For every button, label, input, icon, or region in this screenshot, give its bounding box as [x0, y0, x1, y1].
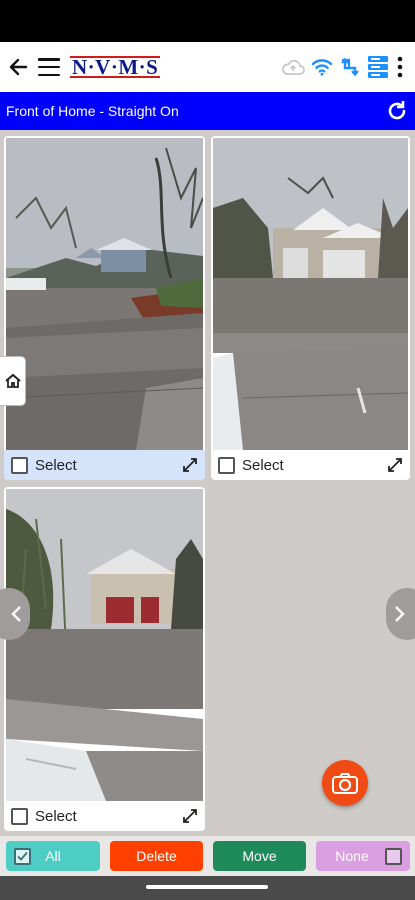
select-checkbox[interactable] — [11, 807, 28, 825]
expand-icon[interactable] — [183, 458, 197, 472]
photo-card[interactable]: Select — [211, 136, 410, 480]
next-button[interactable] — [386, 588, 415, 640]
house-icon — [4, 372, 22, 390]
photo-card[interactable]: Select — [4, 136, 205, 480]
back-arrow-icon[interactable] — [8, 57, 28, 77]
select-label: Select — [35, 807, 77, 825]
select-label: Select — [242, 456, 284, 474]
status-bar — [0, 0, 415, 42]
section-title-bar: Front of Home - Straight On — [0, 92, 415, 130]
system-nav-bar — [0, 876, 415, 900]
move-label: Move — [242, 848, 277, 864]
expand-icon[interactable] — [183, 809, 197, 823]
home-gesture-pill[interactable] — [146, 885, 268, 889]
server-stack-icon[interactable] — [367, 55, 389, 79]
select-all-button[interactable]: All — [6, 841, 100, 871]
chevron-right-icon — [394, 605, 406, 623]
all-label: All — [45, 848, 61, 864]
photo-thumbnail[interactable] — [6, 138, 203, 450]
none-label: None — [335, 848, 369, 864]
chevron-left-icon — [10, 605, 22, 623]
none-checkbox-icon — [385, 847, 402, 865]
bottom-action-bar: All Delete Move None — [0, 836, 415, 876]
move-button[interactable]: Move — [213, 841, 306, 871]
delete-button[interactable]: Delete — [110, 841, 203, 871]
app-bar: N·V·M·S — [0, 42, 415, 92]
photo-card[interactable]: Select — [4, 487, 205, 831]
expand-icon[interactable] — [388, 458, 402, 472]
refresh-icon[interactable] — [385, 99, 409, 123]
photo-select-bar[interactable]: Select — [211, 450, 410, 480]
hamburger-menu-icon[interactable] — [38, 58, 60, 76]
wifi-icon[interactable] — [311, 58, 333, 76]
photo-select-bar[interactable]: Select — [4, 801, 205, 831]
select-none-button[interactable]: None — [316, 841, 410, 871]
photo-thumbnail[interactable] — [213, 138, 408, 450]
section-title: Front of Home - Straight On — [6, 103, 179, 119]
camera-button[interactable] — [322, 760, 368, 806]
select-checkbox[interactable] — [11, 456, 28, 474]
select-checkbox[interactable] — [218, 456, 235, 474]
photo-select-bar[interactable]: Select — [4, 450, 205, 480]
sync-arrows-icon[interactable] — [339, 57, 361, 77]
house-side-tab[interactable] — [0, 356, 26, 406]
app-logo: N·V·M·S — [70, 53, 161, 81]
select-label: Select — [35, 456, 77, 474]
photo-thumbnail[interactable] — [6, 489, 203, 801]
camera-icon — [332, 772, 358, 794]
photo-grid: Select Select Select — [0, 130, 415, 836]
cloud-upload-icon[interactable] — [281, 58, 305, 76]
all-checkbox-icon — [14, 847, 31, 865]
delete-label: Delete — [136, 848, 177, 864]
more-vert-icon[interactable] — [395, 56, 405, 78]
